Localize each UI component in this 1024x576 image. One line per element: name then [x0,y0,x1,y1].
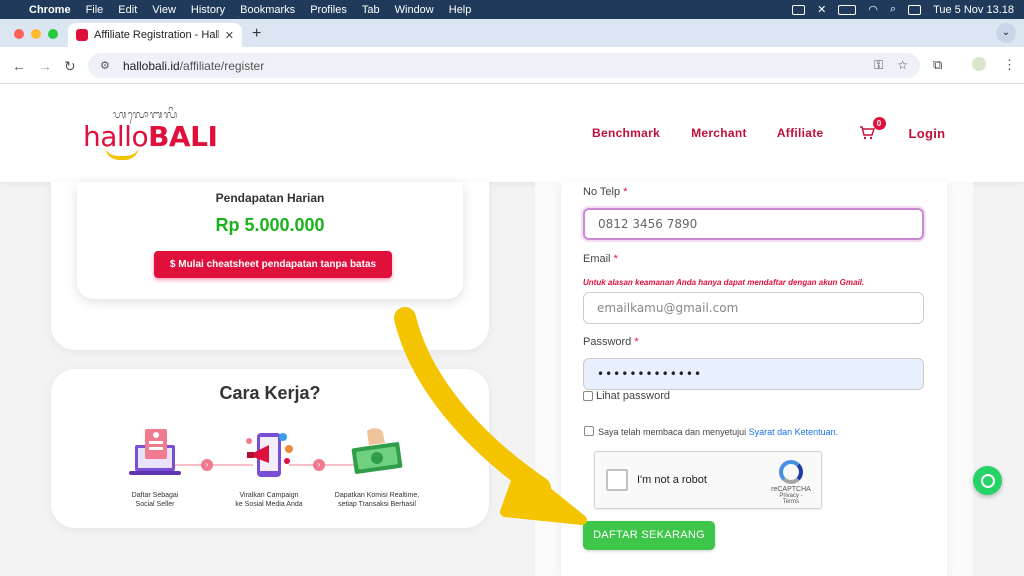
terms-text: Saya telah membaca dan menyetujui Syarat… [598,427,839,437]
phone-field[interactable]: 0812 3456 7890 [583,208,924,240]
address-bar[interactable]: ⚙ hallobali.id /affiliate/register ⚿ ☆ [88,53,920,78]
step-register: Daftar Sebagai Social Seller [95,427,215,509]
email-security-note: Untuk alasan keamanan Anda hanya dapat m… [583,278,865,287]
email-label: Email * [583,253,618,265]
recaptcha-logo-icon: reCAPTCHA Privacy - Terms [771,460,811,505]
terms-checkbox[interactable] [584,426,594,436]
recaptcha-label: I'm not a robot [637,474,707,486]
password-label: Password * [583,336,639,348]
recaptcha-privacy-terms[interactable]: Privacy - Terms [771,493,811,505]
menubar-app-name[interactable]: Chrome [29,4,71,16]
new-tab-button[interactable]: + [252,25,261,43]
logo-smile-icon [105,146,139,160]
menubar-item-tab[interactable]: Tab [362,4,380,16]
browser-tab-active[interactable]: Affiliate Registration - HalloB ✕ [68,23,242,47]
reload-icon[interactable]: ↻ [64,58,76,75]
nav-login[interactable]: Login [909,126,946,141]
url-host: hallobali.id [123,58,180,73]
menubar-item-bookmarks[interactable]: Bookmarks [240,4,295,16]
battery-icon[interactable] [838,4,857,15]
nav-affiliate[interactable]: Affiliate [777,126,824,140]
recaptcha-brand: reCAPTCHA [771,486,811,493]
phone-megaphone-icon [239,427,299,485]
menubar-item-history[interactable]: History [191,4,225,16]
menubar-clock[interactable]: Tue 5 Nov 13.18 [933,4,1014,16]
nav-merchant[interactable]: Merchant [691,126,747,140]
tab-search-chevron-icon[interactable]: ⌄ [996,23,1016,43]
recaptcha-widget: I'm not a robot reCAPTCHA Privacy - Term… [594,451,822,509]
whatsapp-chat-icon[interactable] [973,466,1002,495]
cart-count-badge: 0 [872,117,886,130]
back-arrow-icon[interactable]: ← [12,58,26,74]
how-it-works-card: Cara Kerja? Daftar Sebagai Social Seller … [51,369,489,528]
cart-button[interactable]: 0 [859,117,886,141]
bluetooth-off-icon[interactable]: ✕ [817,3,826,16]
chrome-menu-icon[interactable]: ⋮ [1003,57,1016,73]
recaptcha-checkbox[interactable] [606,469,628,491]
step-2-caption-line2: ke Sosial Media Anda [235,501,303,508]
show-password-label[interactable]: Lihat password [596,390,670,402]
extensions-puzzle-icon[interactable]: ⧉ [933,57,942,73]
step-viral: Viralkan Campaign ke Sosial Media Anda [209,427,329,509]
tab-title: Affiliate Registration - HalloB [94,29,219,41]
main-navigation: Benchmark Merchant Affiliate 0 Login [592,117,946,141]
terms-link[interactable]: Syarat dan Ketentuan. [749,427,839,437]
site-settings-icon[interactable]: ⚙ [100,59,113,72]
money-hand-icon [347,427,407,485]
start-cheatsheet-button[interactable]: $ Mulai cheatsheet pendapatan tanpa bata… [154,251,392,278]
laptop-signup-icon [125,427,185,485]
email-field[interactable]: emailkamu@gmail.com [583,292,924,324]
zoom-window-button[interactable] [48,29,58,39]
menubar-item-help[interactable]: Help [449,4,472,16]
profile-avatar[interactable] [972,57,986,71]
menubar-item-file[interactable]: File [86,4,104,16]
url-path: /affiliate/register [179,58,265,73]
step-2-caption-line1: Viralkan Campaign [239,492,299,499]
show-password-checkbox[interactable] [583,391,593,401]
macos-menubar: Chrome File Edit View History Bookmarks … [0,0,1024,19]
logo-wordmark: halloBALI [83,120,218,153]
step-1-caption-line2: Social Seller [135,501,175,508]
step-3-caption-line2: setiap Transaksi Berhasil [338,501,416,508]
screen-share-icon[interactable] [792,4,806,15]
forward-arrow-icon[interactable]: → [38,58,52,74]
password-field[interactable]: ••••••••••••• [583,358,924,390]
spotlight-search-icon[interactable]: ⌕ [890,3,896,16]
step-commission: Dapatkan Komisi Realtime, setiap Transaks… [317,427,437,509]
browser-toolbar: ← → ↻ ⚙ hallobali.id /affiliate/register… [0,47,1024,84]
window-controls [14,29,58,39]
income-card: Pendapatan Harian Rp 5.000.000 $ Mulai c… [77,182,463,299]
password-key-icon[interactable]: ⚿ [874,58,883,73]
minimize-window-button[interactable] [31,29,41,39]
menubar-item-window[interactable]: Window [395,4,434,16]
hallobali-logo[interactable]: ᬳᬮᭀᬩᬮᬶ halloBALI [83,106,218,164]
step-1-caption-line1: Daftar Sebagai [131,492,179,499]
menubar-item-view[interactable]: View [152,4,176,16]
site-header: ᬳᬮᭀᬩᬮᬶ halloBALI Benchmark Merchant Affi… [0,84,1024,182]
step-3-caption-line1: Dapatkan Komisi Realtime, [334,492,420,499]
register-submit-button[interactable]: DAFTAR SEKARANG [583,521,715,550]
cart-icon [859,126,875,140]
control-center-icon[interactable] [908,4,922,15]
menubar-item-profiles[interactable]: Profiles [310,4,347,16]
income-label: Pendapatan Harian [215,191,325,205]
bookmark-star-icon[interactable]: ☆ [897,58,908,73]
menubar-item-edit[interactable]: Edit [118,4,137,16]
hallobali-favicon-icon [76,29,88,41]
how-it-works-title: Cara Kerja? [219,383,321,403]
phone-label: No Telp * [583,186,628,198]
close-tab-icon[interactable]: ✕ [225,29,234,42]
income-amount: Rp 5.000.000 [215,215,325,235]
wifi-icon[interactable]: ◠ [868,3,878,16]
nav-benchmark[interactable]: Benchmark [592,126,660,140]
close-window-button[interactable] [14,29,24,39]
browser-tab-strip: Affiliate Registration - HalloB ✕ + ⌄ [0,19,1024,47]
